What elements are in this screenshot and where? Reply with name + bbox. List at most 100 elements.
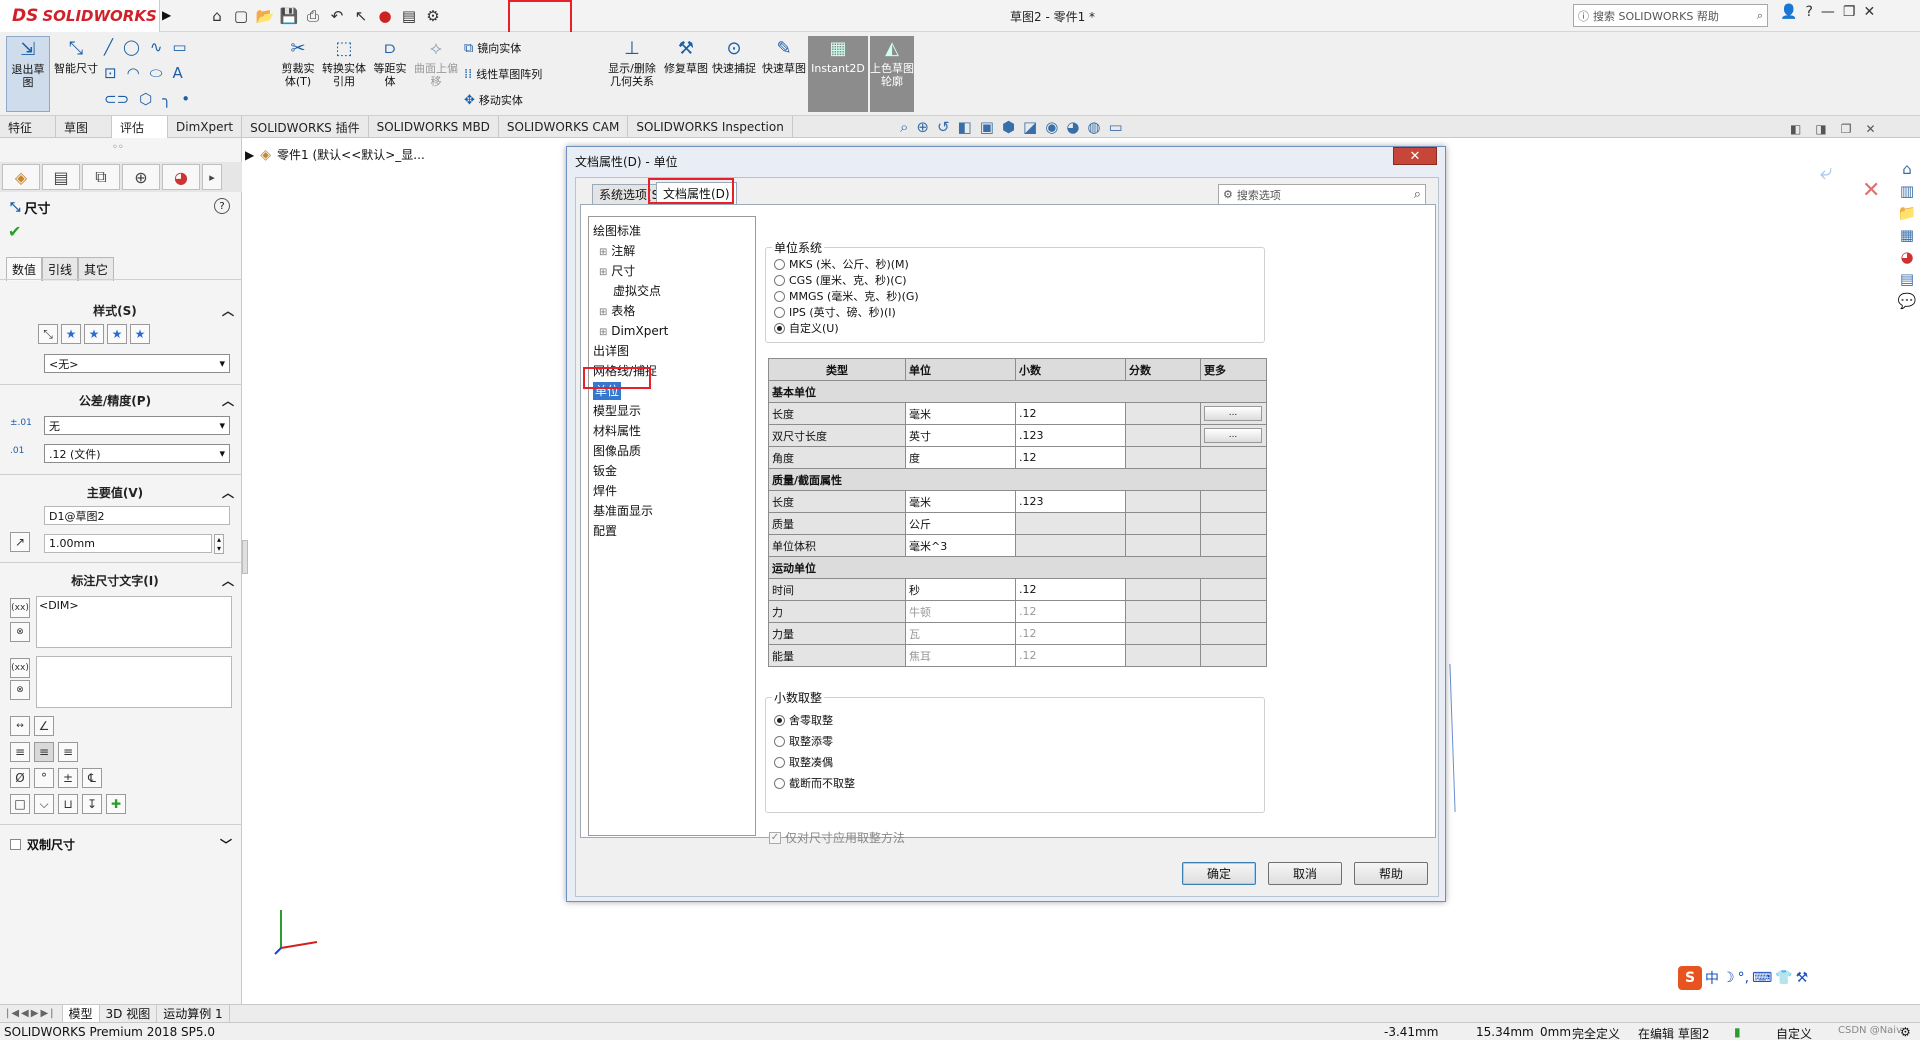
- tree-item-detailing[interactable]: 出详图: [593, 341, 751, 361]
- display-style-icon[interactable]: ◪: [1023, 118, 1037, 136]
- tree-item-units[interactable]: 单位: [593, 381, 751, 401]
- text-angle-icon[interactable]: ∠: [34, 716, 54, 736]
- search-icon[interactable]: ⌕: [1414, 187, 1421, 202]
- cell-decimals[interactable]: .12: [1015, 644, 1126, 667]
- skin-icon[interactable]: 👕: [1775, 970, 1792, 986]
- menu-expand-icon[interactable]: ▶: [162, 8, 171, 22]
- cell-fractions[interactable]: [1125, 424, 1201, 447]
- collapse-icon[interactable]: ︿: [222, 484, 234, 501]
- cell-unit[interactable]: 焦耳: [905, 644, 1016, 667]
- move-entities-button[interactable]: ✥ 移动实体: [464, 92, 523, 108]
- tab-features[interactable]: 特征: [0, 116, 56, 138]
- offset-text-icon[interactable]: ⊗: [10, 680, 30, 700]
- select-arrow-icon[interactable]: ↖: [350, 5, 372, 27]
- tree-item-virtual-sharps[interactable]: 虚拟交点: [593, 281, 751, 301]
- solidworks-logo[interactable]: DS SOLIDWORKS: [0, 0, 160, 32]
- customize-help-icon[interactable]: ⚙: [1900, 1025, 1911, 1039]
- tab-dimxpert[interactable]: DimXpert: [168, 116, 243, 138]
- edit-appearance-icon[interactable]: ◕: [1066, 118, 1079, 136]
- view-orientation-icon[interactable]: ⬢: [1002, 118, 1015, 136]
- mirror-entities-button[interactable]: ⧉ 镜向实体: [464, 40, 521, 56]
- cancel-sketch-icon[interactable]: ✕: [1862, 178, 1880, 203]
- text-spacing-icon[interactable]: ↔: [10, 716, 30, 736]
- previous-view-icon[interactable]: ↺: [937, 118, 950, 136]
- forum-icon[interactable]: 💬: [1898, 292, 1917, 310]
- slot-icon[interactable]: ⊂⊃: [104, 90, 129, 108]
- hide-show-icon[interactable]: ◉: [1045, 118, 1058, 136]
- countersink-icon[interactable]: ⌵: [34, 794, 54, 814]
- quick-snaps-button[interactable]: ⊙ 快速捕捉: [712, 36, 756, 75]
- tree-item-weldments[interactable]: 焊件: [593, 481, 751, 501]
- spline-icon[interactable]: ∿: [150, 38, 163, 56]
- cell-fractions[interactable]: [1125, 512, 1201, 535]
- appearances-icon[interactable]: ◕: [1900, 248, 1913, 266]
- cell-decimals[interactable]: .12: [1015, 578, 1126, 601]
- update-style-icon[interactable]: ★: [84, 324, 104, 344]
- tab-addins[interactable]: SOLIDWORKS 插件: [242, 116, 369, 138]
- radio-custom[interactable]: 自定义(U): [774, 320, 919, 336]
- help-menu-icon[interactable]: ?: [1805, 4, 1812, 20]
- minimize-icon[interactable]: —: [1821, 4, 1835, 20]
- viewport-close-icon[interactable]: ✕: [1865, 122, 1875, 136]
- viewport-left-icon[interactable]: ◧: [1790, 122, 1801, 136]
- radio-round-half-even[interactable]: 取整凑偶: [774, 752, 855, 773]
- save-icon[interactable]: 💾: [278, 5, 300, 27]
- expand-plus-icon[interactable]: ⊞: [599, 327, 607, 338]
- options-search-box[interactable]: ⚙ 搜索选项 ⌕: [1218, 184, 1426, 205]
- collapse-icon[interactable]: ︿: [222, 392, 234, 409]
- subtab-leaders[interactable]: 引线: [42, 257, 79, 281]
- scenes-icon[interactable]: ◍: [1087, 118, 1100, 136]
- smart-dimension-button[interactable]: ⤡ 智能尺寸: [54, 36, 98, 75]
- style-select[interactable]: <无> ▾: [44, 354, 230, 373]
- design-library-icon[interactable]: ▥: [1900, 182, 1914, 200]
- configuration-manager-tab-icon[interactable]: ⧉: [82, 164, 120, 190]
- cell-decimals[interactable]: .12: [1015, 622, 1126, 645]
- punctuation-icon[interactable]: °,: [1738, 970, 1749, 986]
- dimension-value-field[interactable]: 1.00mm: [44, 534, 212, 553]
- only-dim-rounding-checkbox[interactable]: ✓ 仅对尺寸应用取整方法: [769, 829, 905, 846]
- shaded-sketch-contours-button[interactable]: ◭ 上色草图轮廓: [870, 36, 914, 112]
- radio-ips[interactable]: IPS (英寸、磅、秒)(I): [774, 304, 919, 320]
- tree-item-image-quality[interactable]: 图像品质: [593, 441, 751, 461]
- more-button[interactable]: ...: [1204, 406, 1262, 421]
- tree-item-tables[interactable]: ⊞ 表格: [593, 301, 751, 321]
- dialog-close-button[interactable]: ✕: [1393, 147, 1437, 165]
- cell-decimals[interactable]: .123: [1015, 490, 1126, 513]
- tab-scroll-arrows-icon[interactable]: |◀◀▶▶|: [0, 1004, 63, 1023]
- fillet-icon[interactable]: ╮: [162, 90, 171, 108]
- cell-fractions[interactable]: [1125, 622, 1201, 645]
- radio-cgs[interactable]: CGS (厘米、克、秒)(C): [774, 272, 919, 288]
- keyboard-icon[interactable]: ⌨: [1752, 970, 1772, 986]
- cell-decimals[interactable]: .12: [1015, 402, 1126, 425]
- panel-grip-icon[interactable]: ◦◦: [112, 142, 124, 153]
- tab-mbd[interactable]: SOLIDWORKS MBD: [369, 116, 499, 138]
- tab-sketch[interactable]: 草图: [56, 116, 112, 138]
- cell-unit[interactable]: 度: [905, 446, 1016, 469]
- help-search-box[interactable]: ⓘ 搜索 SOLIDWORKS 帮助 ⌕: [1573, 4, 1768, 27]
- dual-dimension-checkbox[interactable]: [10, 839, 21, 850]
- dynamic-annotation-icon[interactable]: ▣: [980, 118, 994, 136]
- cell-fractions[interactable]: [1125, 578, 1201, 601]
- traffic-light-icon[interactable]: ●: [374, 5, 396, 27]
- cell-decimals[interactable]: [1015, 512, 1126, 535]
- cell-unit[interactable]: 毫米^3: [905, 534, 1016, 557]
- value-spinner-icon[interactable]: ▴ ▾: [214, 534, 225, 554]
- apply-default-style-icon[interactable]: ⤡: [38, 324, 58, 344]
- confirmation-corner-icon[interactable]: ⤶: [1820, 160, 1850, 200]
- toolbox-icon[interactable]: ⚒: [1796, 970, 1809, 986]
- tree-item-dimxpert[interactable]: ⊞ DimXpert: [593, 321, 751, 341]
- offset-entities-button[interactable]: ⫐ 等距实体: [370, 36, 410, 88]
- part-node[interactable]: 零件1 (默认<<默认>_显...: [277, 146, 425, 163]
- radio-round-half-up[interactable]: 取整添零: [774, 731, 855, 752]
- expand-plus-icon[interactable]: ⊞: [599, 247, 607, 258]
- cell-decimals[interactable]: .12: [1015, 600, 1126, 623]
- close-icon[interactable]: ✕: [1863, 4, 1875, 20]
- square-icon[interactable]: □: [10, 794, 30, 814]
- viewport-right-icon[interactable]: ◨: [1815, 122, 1826, 136]
- tolerance-type-select[interactable]: 无 ▾: [44, 416, 230, 435]
- tree-item-plane-display[interactable]: 基准面显示: [593, 501, 751, 521]
- open-file-icon[interactable]: 📂: [254, 5, 276, 27]
- circle-icon[interactable]: ◯: [123, 38, 140, 56]
- radio-mks[interactable]: MKS (米、公斤、秒)(M): [774, 256, 919, 272]
- viewport-restore-icon[interactable]: ❐: [1841, 122, 1852, 136]
